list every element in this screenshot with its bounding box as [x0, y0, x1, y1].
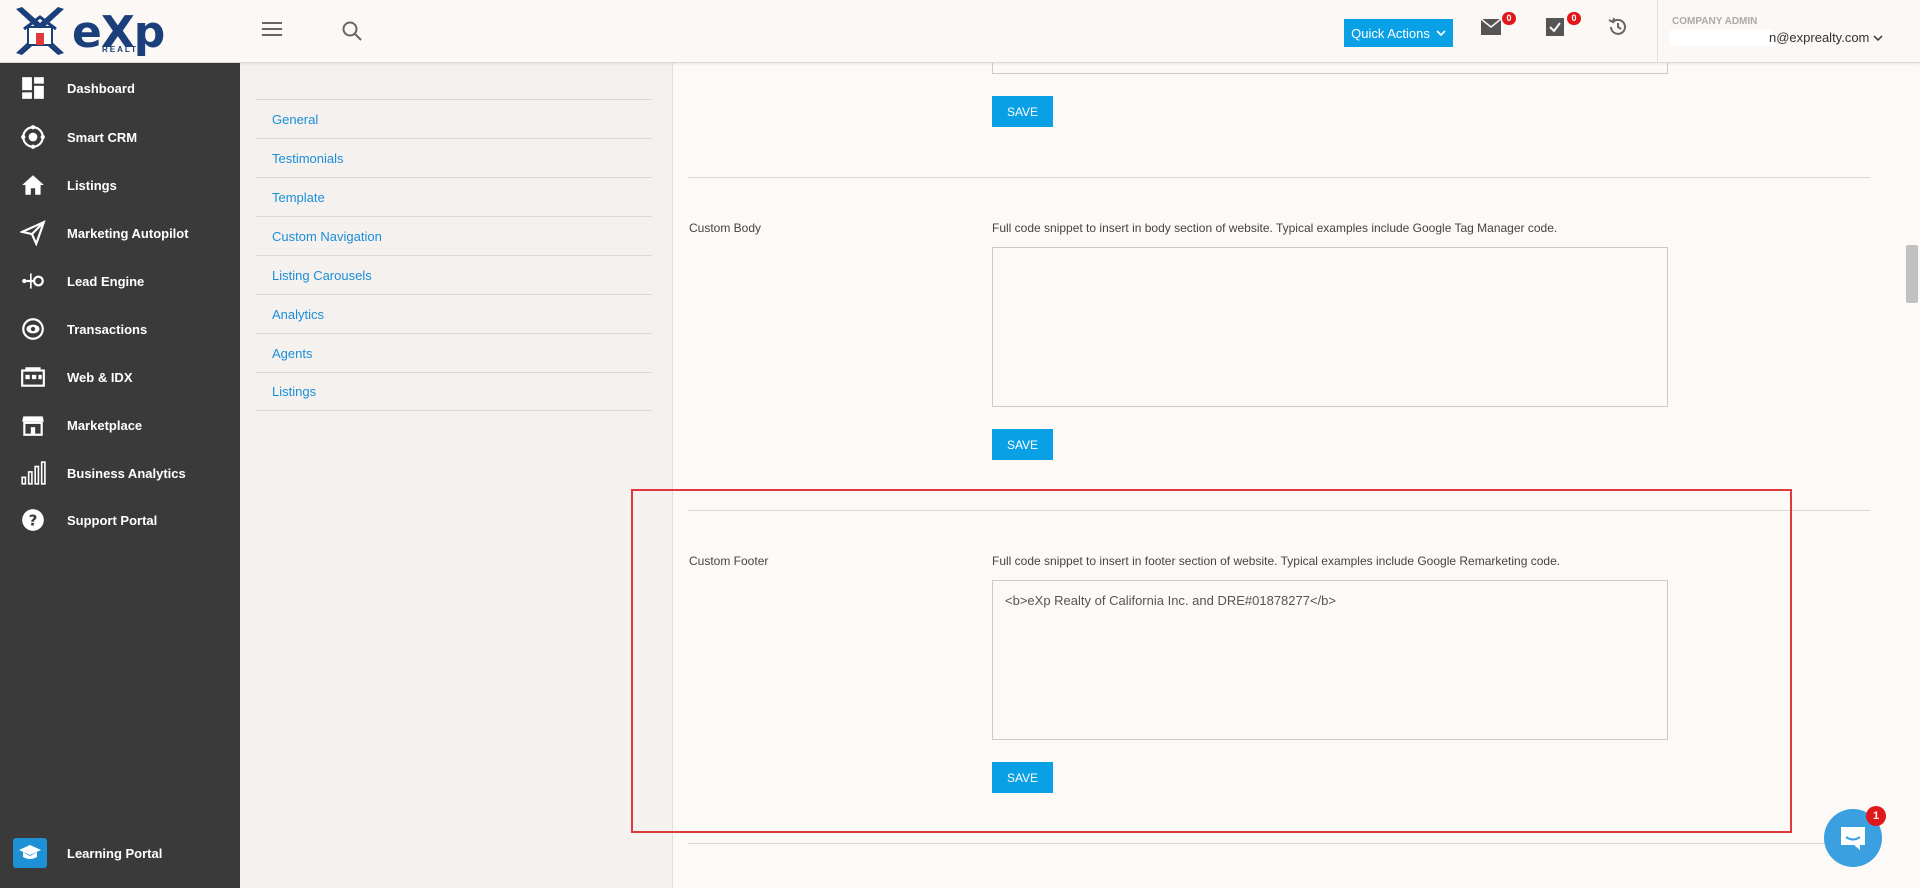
chevron-down-icon	[1436, 30, 1446, 36]
exp-realty-logo[interactable]: eXp REALTY	[12, 5, 165, 58]
sidebar-item-label: Marketplace	[67, 417, 143, 433]
subnav-item-template[interactable]: Template	[256, 177, 652, 216]
top-bar: eXp REALTY Quick Actions 0 0 COMPANY ADM…	[0, 0, 1920, 63]
help-icon: ?	[22, 509, 44, 531]
sidebar-item-learning-portal[interactable]: Learning Portal	[0, 833, 240, 873]
sidebar-item-label: Smart CRM	[67, 129, 138, 145]
sidebar-item-label: Support Portal	[67, 512, 158, 528]
subnav-item-listing-carousels[interactable]: Listing Carousels	[256, 255, 652, 294]
history-icon	[1608, 17, 1626, 35]
svg-text:?: ?	[29, 511, 38, 529]
save-button-custom-body[interactable]: SAVE	[992, 429, 1053, 460]
custom-footer-textarea[interactable]	[992, 580, 1668, 740]
task-check-icon	[1546, 18, 1564, 36]
chat-badge: 1	[1866, 806, 1886, 826]
sidebar-item-dashboard[interactable]: Dashboard	[0, 68, 240, 108]
dashboard-icon	[22, 77, 44, 99]
subnav-item-general[interactable]: General	[256, 99, 652, 138]
mail-icon	[1480, 18, 1502, 35]
quick-actions-button[interactable]: Quick Actions	[1344, 19, 1453, 47]
search-icon[interactable]	[341, 20, 363, 42]
subnav-item-custom-navigation[interactable]: Custom Navigation	[256, 216, 652, 255]
crm-icon	[21, 125, 45, 149]
history-button[interactable]	[1607, 16, 1633, 40]
sidebar-item-web-idx[interactable]: Web & IDX	[0, 357, 240, 397]
user-email: n@exprealty.com	[1769, 30, 1870, 45]
sidebar-item-support-portal[interactable]: ? Support Portal	[0, 500, 240, 540]
subnav-item-analytics[interactable]: Analytics	[256, 294, 652, 333]
sidebar-item-label: Marketing Autopilot	[67, 225, 189, 241]
mail-badge: 0	[1502, 12, 1516, 25]
sidebar-item-business-analytics[interactable]: Business Analytics	[0, 453, 240, 493]
section-divider	[688, 510, 1870, 511]
subnav-item-testimonials[interactable]: Testimonials	[256, 138, 652, 177]
section-divider	[688, 177, 1870, 178]
header-divider	[1657, 0, 1658, 63]
tasks-badge: 0	[1567, 12, 1581, 25]
paper-plane-icon	[20, 220, 46, 246]
website-settings-subnav: General Testimonials Template Custom Nav…	[256, 99, 652, 411]
chat-icon	[1841, 827, 1865, 850]
main-panel	[672, 63, 1920, 888]
graduation-cap-icon	[13, 838, 47, 868]
subnav-item-agents[interactable]: Agents	[256, 333, 652, 372]
custom-body-help: Full code snippet to insert in body sect…	[992, 221, 1558, 235]
marketplace-icon	[22, 416, 44, 436]
tasks-button[interactable]: 0	[1545, 12, 1581, 40]
sidebar-item-transactions[interactable]: Transactions	[0, 309, 240, 349]
scrollbar-track[interactable]	[1904, 63, 1920, 888]
sidebar: Dashboard Smart CRM Listings Marketing A…	[0, 63, 240, 888]
lead-engine-icon	[22, 273, 44, 289]
custom-footer-label: Custom Footer	[689, 554, 769, 568]
save-button-custom-head[interactable]: SAVE	[992, 96, 1053, 127]
sidebar-item-label: Lead Engine	[67, 273, 145, 289]
home-icon	[22, 175, 44, 195]
sidebar-item-marketing-autopilot[interactable]: Marketing Autopilot	[0, 213, 240, 253]
user-menu[interactable]: n@exprealty.com	[1769, 30, 1883, 45]
web-idx-icon	[21, 367, 45, 387]
mail-button[interactable]: 0	[1480, 12, 1516, 40]
sidebar-item-marketplace[interactable]: Marketplace	[0, 405, 240, 445]
chevron-down-icon	[1873, 34, 1883, 41]
house-logo-icon	[16, 7, 64, 55]
quick-actions-label: Quick Actions	[1351, 25, 1430, 41]
scrollbar-thumb[interactable]	[1906, 245, 1918, 303]
sidebar-item-label: Business Analytics	[67, 465, 186, 481]
sidebar-item-label: Web & IDX	[67, 369, 133, 385]
user-name-redaction	[1670, 30, 1773, 46]
analytics-icon	[21, 461, 46, 485]
custom-footer-help: Full code snippet to insert in footer se…	[992, 554, 1561, 568]
logo-subtext: REALTY	[102, 45, 146, 54]
sidebar-item-label: Transactions	[67, 321, 148, 337]
section-divider	[688, 843, 1870, 844]
menu-icon[interactable]	[262, 22, 282, 38]
sidebar-item-lead-engine[interactable]: Lead Engine	[0, 261, 240, 301]
subnav-item-listings[interactable]: Listings	[256, 372, 652, 411]
save-button-custom-footer[interactable]: SAVE	[992, 762, 1053, 793]
sidebar-item-label: Listings	[67, 177, 117, 193]
custom-body-textarea[interactable]	[992, 247, 1668, 407]
sidebar-item-listings[interactable]: Listings	[0, 165, 240, 205]
sidebar-item-label: Dashboard	[67, 80, 135, 96]
sidebar-item-smart-crm[interactable]: Smart CRM	[0, 117, 240, 157]
custom-body-label: Custom Body	[689, 221, 762, 235]
sidebar-item-label: Learning Portal	[67, 845, 163, 861]
user-role: COMPANY ADMIN	[1672, 16, 1758, 27]
transactions-icon	[22, 318, 44, 340]
